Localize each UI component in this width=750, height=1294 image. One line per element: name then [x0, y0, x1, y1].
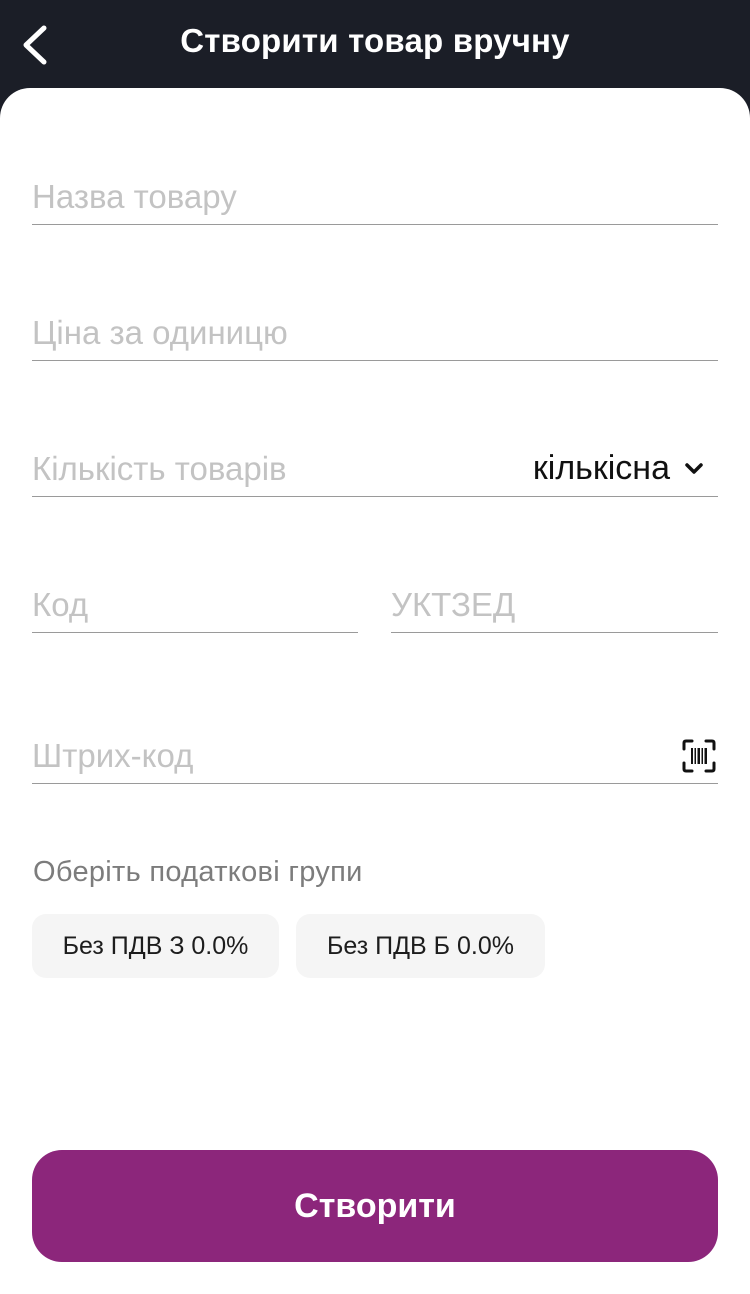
code-input[interactable]	[32, 582, 358, 628]
barcode-scan-icon	[682, 739, 716, 773]
quantity-field: кількісна	[32, 436, 718, 497]
unit-price-input[interactable]	[32, 310, 718, 356]
unit-price-field	[32, 300, 718, 361]
quantity-input[interactable]	[32, 446, 472, 492]
chevron-down-icon	[685, 462, 703, 474]
tax-group-chip-z[interactable]: Без ПДВ З 0.0%	[32, 914, 279, 978]
tax-group-chip-b[interactable]: Без ПДВ Б 0.0%	[296, 914, 545, 978]
create-button[interactable]: Створити	[32, 1150, 718, 1262]
tax-group-chip-label: Без ПДВ Б 0.0%	[326, 931, 515, 960]
app-header: Створити товар вручну	[0, 0, 750, 100]
barcode-input[interactable]	[32, 733, 652, 779]
tax-groups-label: Оберіть податкові групи	[33, 856, 363, 888]
uktzed-input[interactable]	[391, 582, 718, 628]
code-field	[32, 572, 358, 633]
product-name-input[interactable]	[32, 174, 718, 220]
unit-type-value: кількісна	[532, 449, 670, 487]
tax-group-chip-label: Без ПДВ З 0.0%	[62, 931, 249, 960]
barcode-field	[32, 723, 718, 784]
barcode-scan-button[interactable]	[682, 739, 716, 773]
unit-type-select[interactable]: кількісна	[533, 449, 704, 488]
product-name-field	[32, 164, 718, 225]
uktzed-field	[391, 572, 718, 633]
page-title: Створити товар вручну	[180, 22, 570, 59]
product-form-card: кількісна Оберіть податко	[0, 88, 750, 1294]
